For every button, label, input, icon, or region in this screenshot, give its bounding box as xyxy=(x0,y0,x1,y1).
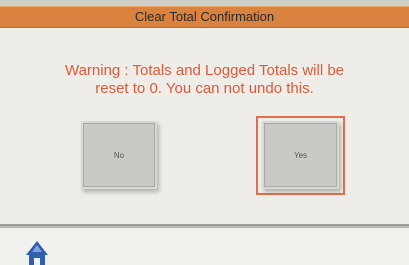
home-icon[interactable] xyxy=(25,240,49,265)
footer-bar xyxy=(0,228,409,265)
warning-line-2: reset to 0. You can not undo this. xyxy=(95,80,314,97)
warning-line-1: Warning : Totals and Logged Totals will … xyxy=(64,62,345,79)
dialog-title-bar: Clear Total Confirmation xyxy=(0,6,409,28)
yes-button-label: Yes xyxy=(293,150,308,160)
confirmation-screen: Clear Total Confirmation Warning : Total… xyxy=(0,0,409,265)
no-button[interactable]: No xyxy=(81,121,157,189)
yes-button[interactable]: Yes xyxy=(262,121,339,189)
home-icon-graphic xyxy=(26,241,48,265)
confirmation-dialog xyxy=(0,28,409,226)
warning-message: Warning : Totals and Logged Totals will … xyxy=(14,62,395,98)
dialog-title: Clear Total Confirmation xyxy=(134,9,275,24)
no-button-label: No xyxy=(113,150,125,160)
